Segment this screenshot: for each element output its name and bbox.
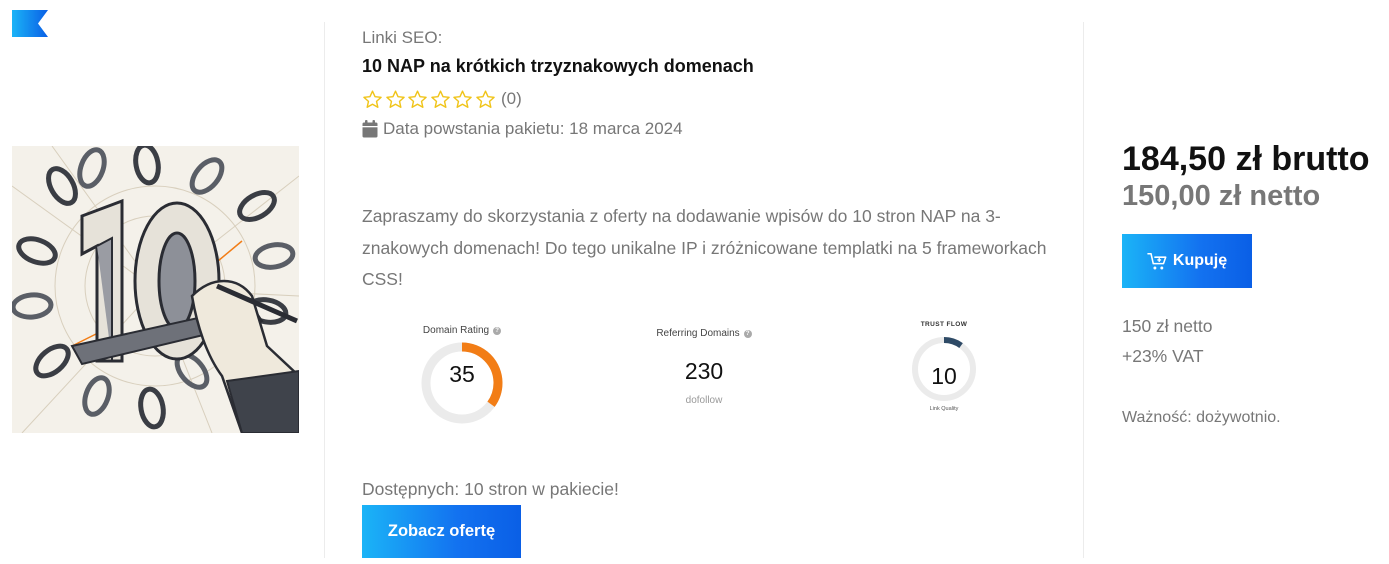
product-description: Zapraszamy do skorzystania z oferty na d…	[362, 206, 1047, 289]
product-category: Linki SEO:	[362, 28, 443, 47]
rating-count: (0)	[501, 89, 522, 108]
star-empty-icon	[453, 89, 472, 108]
logo-icon[interactable]	[12, 10, 48, 37]
cart-icon	[1147, 252, 1167, 269]
view-offer-label: Zobacz ofertę	[387, 522, 496, 540]
buy-label: Kupuję	[1172, 252, 1228, 269]
trust-flow-value: 10	[931, 363, 957, 389]
domain-rating-widget: Domain Rating? 35	[407, 325, 517, 433]
referring-domains-label: Referring Domains	[656, 328, 740, 339]
validity-info: Ważność: dożywotnio.	[1122, 409, 1281, 426]
product-title[interactable]: 10 NAP na krótkich trzyznakowych domenac…	[362, 56, 754, 77]
star-empty-icon	[408, 89, 427, 108]
trust-flow-widget: TRUST FLOW 10 Link Quality	[903, 321, 985, 412]
star-rating[interactable]: (0)	[362, 88, 522, 110]
referring-domains-sublabel: dofollow	[685, 395, 723, 406]
availability-text: Dostępnych: 10 stron w pakiecie!	[362, 479, 619, 499]
referring-domains-value: 230	[684, 358, 724, 384]
star-empty-icon	[363, 89, 382, 108]
product-image[interactable]	[12, 146, 299, 433]
calendar-icon	[362, 120, 378, 138]
view-offer-button[interactable]: Zobacz ofertę	[362, 505, 521, 558]
star-empty-icon	[430, 89, 450, 108]
domain-rating-label: Domain Rating	[422, 325, 490, 336]
price-net-small: 150 zł netto	[1122, 316, 1213, 336]
price-net: 150,00 zł netto	[1122, 180, 1321, 212]
star-empty-icon	[475, 89, 495, 108]
star-empty-icon	[385, 89, 405, 108]
trust-flow-title: TRUST FLOW	[920, 321, 968, 328]
question-icon[interactable]: ?	[743, 329, 752, 338]
creation-date-text: Data powstania pakietu: 18 marca 2024	[383, 119, 683, 138]
buy-button[interactable]: Kupuję	[1122, 234, 1252, 288]
domain-rating-value: 35	[449, 361, 475, 387]
creation-date: Data powstania pakietu: 18 marca 2024	[362, 119, 683, 139]
chain-number-illustration	[12, 146, 299, 433]
question-icon[interactable]: ?	[493, 326, 502, 335]
vat-info: +23% VAT	[1122, 346, 1204, 366]
referring-domains-widget: Referring Domains? 230 dofollow	[640, 328, 768, 406]
price-gross: 184,50 zł brutto	[1122, 140, 1370, 178]
column-divider	[324, 22, 325, 558]
column-divider	[1083, 22, 1084, 558]
